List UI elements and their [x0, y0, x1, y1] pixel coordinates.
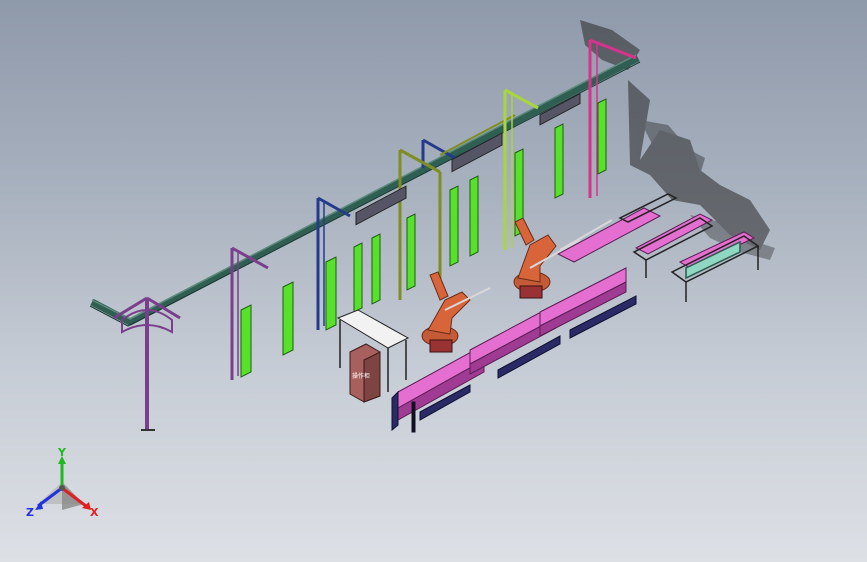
conveyor-bases[interactable] — [391, 295, 637, 433]
z-axis-label: Z — [26, 506, 34, 519]
y-axis-label: Y — [57, 448, 67, 459]
control-cabinet[interactable]: 操作柜 — [349, 343, 381, 403]
cabinet-label: 操作柜 — [352, 372, 370, 380]
purple-support-frame[interactable] — [113, 296, 181, 431]
coordinate-triad[interactable]: Y X Z — [22, 446, 102, 524]
triad-origin — [59, 485, 65, 491]
x-axis-label: X — [90, 506, 99, 519]
cad-viewport[interactable]: 操作柜 Y X Z — [0, 0, 867, 562]
assembly-model[interactable]: 操作柜 — [0, 0, 867, 562]
robot-arm-left[interactable] — [421, 271, 471, 353]
model-shadow — [580, 20, 775, 260]
rail-trolleys[interactable] — [355, 92, 581, 226]
